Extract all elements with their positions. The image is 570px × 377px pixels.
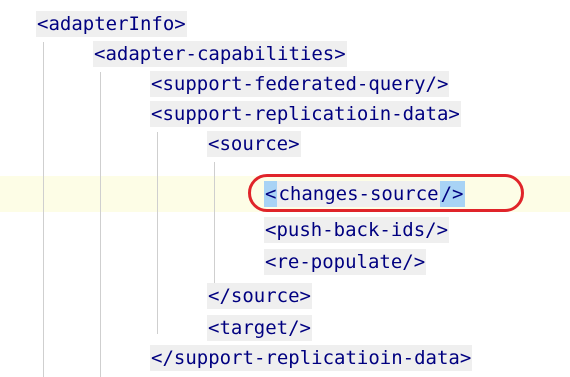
- xml-tag: <source>: [207, 131, 301, 157]
- indent-guide: [100, 72, 101, 377]
- xml-tag: <adapter-capabilities>: [93, 41, 347, 67]
- xml-tag: </support-replicatioin-data>: [150, 345, 473, 371]
- xml-tag: <re-populate/>: [264, 249, 427, 275]
- code-line[interactable]: <re-populate/>: [264, 248, 427, 276]
- xml-editor[interactable]: <adapterInfo> <adapter-capabilities> <su…: [0, 0, 570, 377]
- code-line[interactable]: <source>: [207, 130, 301, 158]
- xml-tag: <support-replicatioin-data>: [150, 101, 461, 127]
- xml-tag: <adapterInfo>: [36, 11, 187, 37]
- code-line[interactable]: <adapter-capabilities>: [93, 40, 347, 68]
- xml-tag: <support-federated-query/>: [150, 71, 450, 97]
- code-line[interactable]: <push-back-ids/>: [264, 216, 450, 244]
- highlight-circle: [248, 174, 524, 212]
- indent-guide: [43, 42, 44, 377]
- code-line[interactable]: </source>: [207, 282, 312, 310]
- xml-tag: </source>: [207, 283, 312, 309]
- code-line[interactable]: <support-replicatioin-data>: [150, 100, 461, 128]
- code-line[interactable]: </support-replicatioin-data>: [150, 344, 473, 372]
- xml-tag: <push-back-ids/>: [264, 217, 450, 243]
- code-line[interactable]: <adapterInfo>: [36, 10, 187, 38]
- code-line[interactable]: <target/>: [207, 314, 312, 342]
- indent-guide: [214, 162, 215, 288]
- code-line[interactable]: <support-federated-query/>: [150, 70, 450, 98]
- xml-tag: <target/>: [207, 315, 312, 341]
- indent-guide: [157, 132, 158, 334]
